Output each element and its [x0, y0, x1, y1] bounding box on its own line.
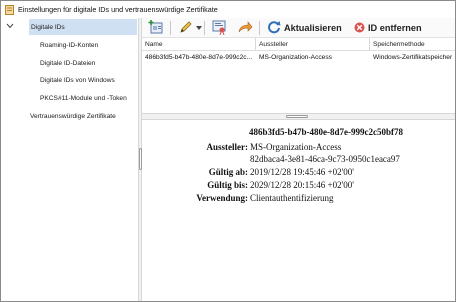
sidebar-item-digitale-id-dateien[interactable]: Digitale ID-Dateien: [40, 55, 95, 71]
sidebar-item-digitale-ids[interactable]: Digitale IDs: [29, 19, 137, 35]
remove-id-label: ID entfernen: [368, 23, 422, 33]
refresh-icon: [267, 20, 281, 36]
detail-value: Clientauthentifizierung: [250, 193, 334, 203]
detail-key: Aussteller:: [206, 142, 249, 152]
settings-window: Einstellungen für digitale IDs und vertr…: [0, 0, 456, 302]
splitter-grip[interactable]: [286, 115, 308, 118]
sidebar-item-vertrauenswuerdige-zertifikate[interactable]: Vertrauenswürdige Zertifikate: [30, 108, 116, 124]
sidebar-item-roaming-id-konten[interactable]: Roaming-ID-Konten: [40, 37, 98, 53]
toolbar-separator: [204, 21, 205, 35]
toolbar-separator: [170, 21, 171, 35]
digital-ids-table: Name Aussteller Speichermethode 486b3fd5…: [142, 38, 455, 113]
chevron-down-icon[interactable]: [5, 20, 15, 32]
certificate-details: 486b3fd5-b47b-480e-8d7e-999c2c50bf78 Aus…: [142, 120, 455, 301]
remove-id-button[interactable]: ID entfernen: [354, 19, 422, 37]
window-title: Einstellungen für digitale IDs und vertr…: [18, 5, 218, 14]
detail-key: Gültig bis:: [207, 180, 248, 190]
add-id-button[interactable]: [148, 19, 164, 37]
detail-row-gueltig-ab: Gültig ab: 2019/12/28 19:45:46 +02'00': [142, 167, 455, 179]
sidebar-item-label: Digitale IDs von Windows: [40, 76, 115, 84]
chevron-down-icon[interactable]: [196, 25, 202, 32]
sidebar-item-label: Digitale ID-Dateien: [40, 59, 96, 67]
certificate-icon: [211, 19, 227, 37]
certificate-button[interactable]: [211, 19, 227, 37]
app-icon: [5, 4, 14, 15]
detail-value: 2029/12/28 20:15:46 +02'00': [250, 180, 354, 190]
detail-row-aussteller-id: 82dbaca4-3e81-46ca-9c73-0950c1eaca97: [142, 154, 455, 166]
add-id-icon: [148, 19, 164, 37]
column-header-name[interactable]: Name: [142, 38, 254, 50]
column-header-label: Speichermethode: [373, 40, 425, 48]
detail-key: Gültig ab:: [208, 167, 248, 177]
detail-row-aussteller: Aussteller: MS-Organization-Access: [142, 142, 455, 154]
pen-icon: [178, 19, 194, 37]
arrow-export-icon: [237, 19, 253, 37]
sidebar-item-pkcs11[interactable]: PKCS#11-Module und -Token: [40, 90, 127, 106]
refresh-button[interactable]: Aktualisieren: [267, 19, 342, 37]
detail-value: 82dbaca4-3e81-46ca-9c73-0950c1eaca97: [250, 154, 400, 164]
table-row[interactable]: 486b3fd5-b47b-480e-8d7e-999c2c... MS-Org…: [142, 51, 455, 64]
sidebar-item-digitale-ids-windows[interactable]: Digitale IDs von Windows: [40, 72, 115, 88]
title-bar: Einstellungen für digitale IDs und vertr…: [1, 1, 455, 18]
toolbar-separator: [259, 21, 260, 35]
table-cell-speichermethode: Windows-Zertifikatspeicher: [373, 54, 453, 61]
detail-value: MS-Organization-Access: [250, 142, 342, 152]
sidebar-item-label: Vertrauenswürdige Zertifikate: [30, 112, 116, 120]
sign-button[interactable]: [178, 19, 202, 37]
detail-row-verwendung: Verwendung: Clientauthentifizierung: [142, 193, 455, 205]
detail-value: 2019/12/28 19:45:46 +02'00': [250, 167, 354, 177]
sidebar: Digitale IDs Roaming-ID-Konten Digitale …: [1, 18, 138, 301]
detail-key: Verwendung:: [196, 193, 248, 203]
refresh-label: Aktualisieren: [284, 23, 342, 33]
column-header-speichermethode[interactable]: Speichermethode: [370, 38, 455, 50]
remove-icon: [354, 22, 365, 35]
table-cell-aussteller: MS-Organization-Access: [259, 54, 332, 61]
sidebar-item-label: Roaming-ID-Konten: [40, 41, 99, 49]
table-cell-name: 486b3fd5-b47b-480e-8d7e-999c2c...: [145, 54, 253, 61]
horizontal-splitter[interactable]: [142, 113, 455, 120]
column-header-label: Aussteller: [259, 40, 288, 48]
sidebar-item-label: PKCS#11-Module und -Token: [40, 94, 127, 102]
export-button[interactable]: [237, 19, 253, 37]
column-header-label: Name: [145, 40, 163, 48]
details-title: 486b3fd5-b47b-480e-8d7e-999c2c50bf78: [249, 127, 403, 137]
detail-row-gueltig-bis: Gültig bis: 2029/12/28 20:15:46 +02'00': [142, 180, 455, 192]
sidebar-item-label: Digitale IDs: [31, 23, 65, 31]
column-header-aussteller[interactable]: Aussteller: [256, 38, 368, 50]
toolbar: Aktualisieren ID entfernen: [142, 18, 455, 38]
